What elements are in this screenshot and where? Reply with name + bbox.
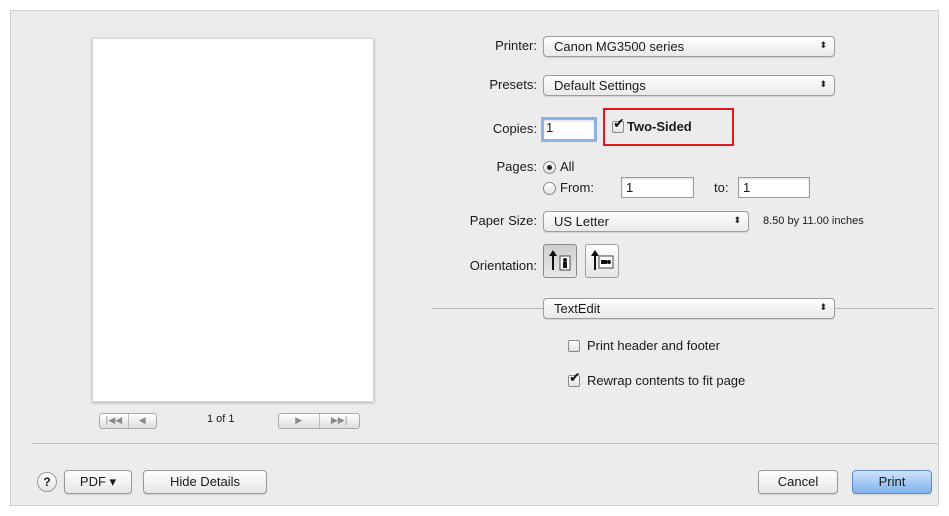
rewrap-label: Rewrap contents to fit page	[587, 373, 746, 388]
presets-select[interactable]: Default Settings ⬍	[543, 75, 835, 96]
pager-back-group: |◀◀ ◀	[99, 413, 157, 429]
section-divider-right	[835, 308, 934, 309]
pages-all-radio[interactable]	[543, 161, 556, 174]
pages-to-value: 1	[743, 180, 751, 195]
print-header-checkbox[interactable]	[568, 340, 580, 352]
pages-all-label: All	[560, 159, 575, 174]
section-value: TextEdit	[554, 301, 601, 316]
updown-arrows-icon: ⬍	[819, 41, 827, 51]
presets-value: Default Settings	[554, 78, 646, 93]
footer-divider	[32, 443, 938, 444]
checkmark-icon: ✔	[613, 116, 625, 132]
portrait-orientation-icon	[549, 250, 571, 271]
section-divider-left	[432, 308, 544, 309]
pager-forward-group: ▶ ▶▶|	[278, 413, 360, 429]
orientation-landscape-button[interactable]	[585, 244, 619, 278]
two-sided-label: Two-Sided	[627, 119, 692, 134]
printer-select[interactable]: Canon MG3500 series ⬍	[543, 36, 835, 57]
pages-from-field[interactable]: 1	[621, 177, 694, 198]
first-page-icon[interactable]: |◀◀	[100, 414, 128, 428]
printer-value: Canon MG3500 series	[554, 39, 685, 54]
checkmark-icon: ✔	[569, 370, 581, 386]
page-count: 1 of 1	[207, 413, 235, 425]
paper-size-label: Paper Size:	[469, 213, 537, 228]
two-sided-checkbox[interactable]: ✔	[612, 116, 625, 133]
previous-page-icon[interactable]: ◀	[127, 414, 157, 428]
landscape-orientation-icon	[591, 250, 614, 270]
pages-label: Pages:	[496, 159, 537, 174]
presets-label: Presets:	[489, 77, 537, 92]
paper-size-select[interactable]: US Letter ⬍	[543, 211, 749, 232]
orientation-label: Orientation:	[469, 258, 537, 273]
paper-dimensions: 8.50 by 11.00 inches	[763, 215, 864, 227]
print-header-label: Print header and footer	[587, 338, 720, 353]
hide-details-button[interactable]: Hide Details	[143, 470, 267, 494]
pages-to-label: to:	[714, 180, 729, 195]
rewrap-checkbox[interactable]: ✔	[568, 370, 581, 387]
copies-label: Copies:	[492, 121, 537, 136]
cancel-button[interactable]: Cancel	[758, 470, 838, 494]
printer-label: Printer:	[495, 38, 537, 53]
section-select[interactable]: TextEdit ⬍	[543, 298, 835, 319]
next-page-icon[interactable]: ▶	[279, 414, 319, 428]
copies-value: 1	[546, 120, 554, 135]
pdf-menu-button[interactable]: PDF ▾	[64, 470, 132, 494]
pages-from-value: 1	[626, 180, 634, 195]
updown-arrows-icon: ⬍	[819, 303, 827, 313]
paper-size-value: US Letter	[554, 214, 609, 229]
orientation-portrait-button[interactable]	[543, 244, 577, 278]
print-button[interactable]: Print	[852, 470, 932, 494]
last-page-icon[interactable]: ▶▶|	[318, 414, 360, 428]
help-button[interactable]: ?	[37, 472, 57, 492]
updown-arrows-icon: ⬍	[819, 80, 827, 90]
pages-from-label: From:	[560, 180, 594, 195]
page-preview	[92, 38, 374, 402]
pages-to-field[interactable]: 1	[738, 177, 810, 198]
pages-from-radio[interactable]	[543, 182, 556, 195]
updown-arrows-icon: ⬍	[733, 216, 741, 226]
copies-field[interactable]: 1	[541, 117, 597, 142]
